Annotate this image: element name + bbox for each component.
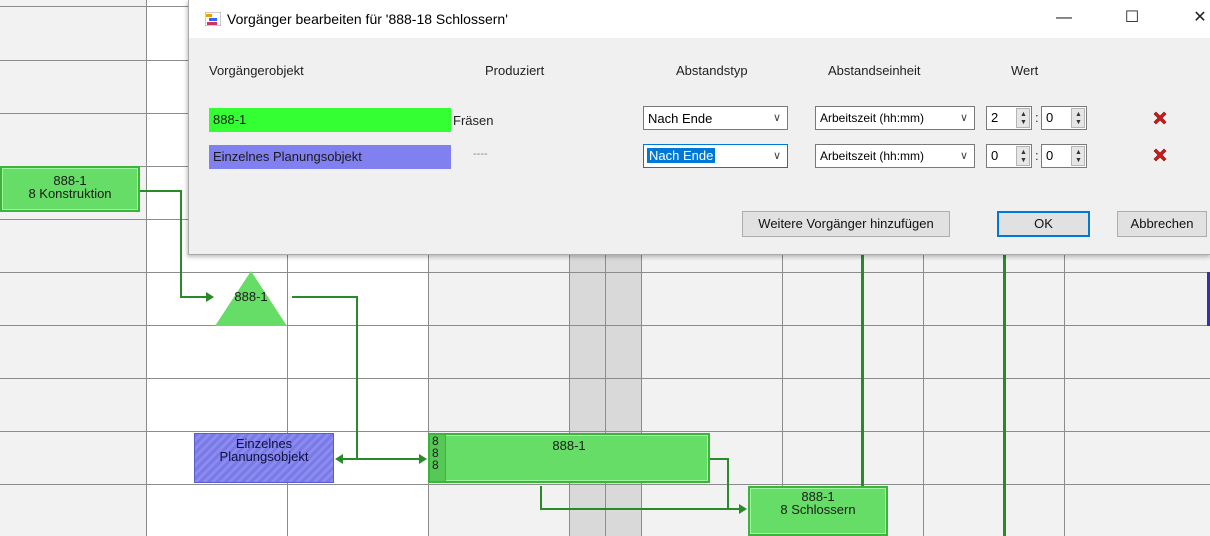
grid-hline <box>0 378 1210 379</box>
spin-buttons[interactable]: ▲ ▼ <box>1016 108 1030 128</box>
hours-stepper-2[interactable]: 0 ▲ ▼ <box>986 144 1032 168</box>
task-label: 8 Konstruktion <box>28 186 112 201</box>
today-line <box>1003 250 1006 536</box>
grid-hline <box>0 484 1210 485</box>
connector <box>140 190 182 192</box>
today-line <box>861 250 864 486</box>
close-button[interactable]: ✕ <box>1177 0 1210 38</box>
minutes-stepper-2[interactable]: 0 ▲ ▼ <box>1041 144 1087 168</box>
dialog-title: Vorgänger bearbeiten für '888-18 Schloss… <box>227 11 508 27</box>
ok-button[interactable]: OK <box>997 211 1090 237</box>
produced-value-1: Fräsen <box>453 113 494 128</box>
gap-unit-value: Arbeitszeit (hh:mm) <box>820 149 925 163</box>
grid-hline <box>0 431 1210 432</box>
predecessor-dialog: Vorgänger bearbeiten für '888-18 Schloss… <box>188 0 1210 255</box>
time-separator: : <box>1035 110 1039 125</box>
chevron-down-icon: ∨ <box>959 150 968 162</box>
minutes-value: 0 <box>1046 110 1054 125</box>
task-label: 8 Schlossern <box>780 502 856 517</box>
task-side-label: 8 <box>432 458 439 472</box>
predecessor-object-2[interactable]: Einzelnes Planungsobjekt <box>209 145 451 169</box>
chevron-down-icon: ∨ <box>959 112 968 124</box>
time-separator: : <box>1035 148 1039 163</box>
minutes-stepper-1[interactable]: 0 ▲ ▼ <box>1041 106 1087 130</box>
grid-vline <box>146 0 147 536</box>
task-schlossern[interactable]: 888-1 8 Schlossern <box>748 486 888 536</box>
task-konstruktion[interactable]: 888-1 8 Konstruktion <box>0 166 140 212</box>
spin-buttons[interactable]: ▲ ▼ <box>1071 146 1085 166</box>
spin-buttons[interactable]: ▲ ▼ <box>1016 146 1030 166</box>
task-label: Planungsobjekt <box>219 449 309 464</box>
task-planungsobjekt[interactable]: Einzelnes Planungsobjekt <box>194 433 334 483</box>
connector <box>180 190 182 298</box>
connector-arrow <box>335 454 343 464</box>
gap-type-value: Nach Ende <box>647 148 716 163</box>
minutes-value: 0 <box>1046 148 1054 163</box>
chevron-down-icon: ∨ <box>772 150 781 162</box>
milestone-label: 888-1 <box>234 289 268 304</box>
connector <box>342 458 420 460</box>
hours-value: 2 <box>991 110 999 125</box>
header-gap-unit: Abstandseinheit <box>828 63 921 78</box>
header-gap-type: Abstandstyp <box>676 63 748 78</box>
app-icon <box>205 12 221 26</box>
connector-arrow <box>206 292 214 302</box>
delete-icon[interactable] <box>1152 110 1168 126</box>
task-label: 888-1 <box>552 438 586 453</box>
hours-value: 0 <box>991 148 999 163</box>
title-bar[interactable]: Vorgänger bearbeiten für '888-18 Schloss… <box>189 0 1210 38</box>
connector <box>292 296 358 298</box>
hours-stepper-1[interactable]: 2 ▲ ▼ <box>986 106 1032 130</box>
connector <box>540 486 542 510</box>
connector <box>727 458 729 510</box>
maximize-button[interactable]: ☐ <box>1109 0 1155 38</box>
grid-hline <box>0 325 1210 326</box>
connector <box>356 296 358 460</box>
connector <box>540 508 740 510</box>
gap-type-value: Nach Ende <box>648 111 713 126</box>
spin-buttons[interactable]: ▲ ▼ <box>1071 108 1085 128</box>
connector <box>180 296 206 298</box>
chevron-down-icon: ∨ <box>772 112 781 124</box>
connector-arrow <box>739 504 747 514</box>
header-value: Wert <box>1011 63 1039 78</box>
gap-unit-value: Arbeitszeit (hh:mm) <box>820 111 925 125</box>
minimize-button[interactable]: — <box>1041 0 1087 38</box>
gap-unit-select-2[interactable]: Arbeitszeit (hh:mm) ∨ <box>815 144 975 168</box>
header-predecessor: Vorgängerobjekt <box>209 63 304 78</box>
task-main-bar[interactable]: 8 8 8 888-1 <box>428 433 710 483</box>
gap-type-select-1[interactable]: Nach Ende ∨ <box>643 106 788 130</box>
connector-arrow <box>419 454 427 464</box>
produced-value-2: ---- <box>473 148 488 160</box>
add-predecessor-button[interactable]: Weitere Vorgänger hinzufügen <box>742 211 950 237</box>
header-produced: Produziert <box>485 63 545 78</box>
connector <box>709 458 729 460</box>
delete-icon[interactable] <box>1152 147 1168 163</box>
cancel-button[interactable]: Abbrechen <box>1117 211 1207 237</box>
predecessor-object-1[interactable]: 888-1 <box>209 108 451 132</box>
gap-type-select-2[interactable]: Nach Ende ∨ <box>643 144 788 168</box>
gap-unit-select-1[interactable]: Arbeitszeit (hh:mm) ∨ <box>815 106 975 130</box>
